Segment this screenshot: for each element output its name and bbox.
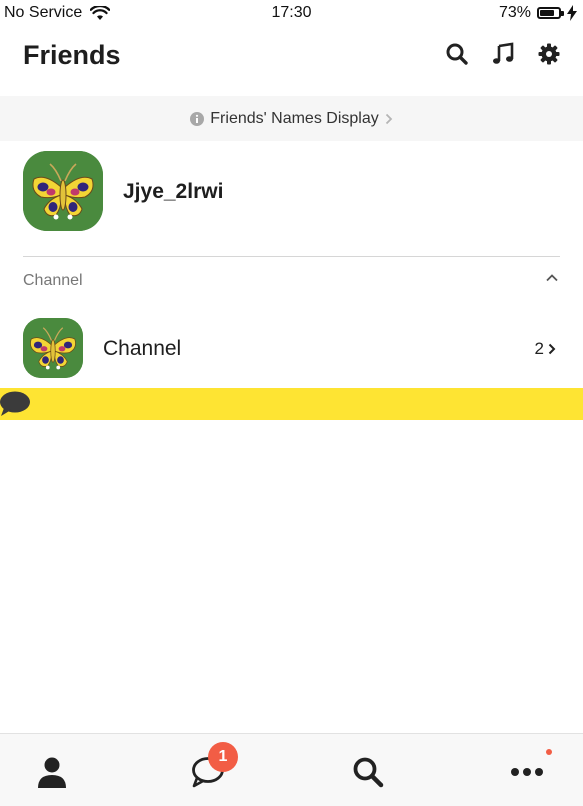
person-icon [38, 757, 66, 788]
tab-bar: 1 [0, 733, 583, 806]
chevron-right-icon [385, 113, 392, 124]
header: Friends [0, 28, 583, 96]
search-icon [353, 757, 384, 788]
my-profile-row[interactable]: Jjye_2lrwi [23, 151, 560, 231]
promo-banner[interactable] [0, 388, 583, 420]
butterfly-avatar [23, 318, 83, 378]
list-item[interactable]: Channel 2 [23, 318, 560, 378]
info-icon [190, 111, 205, 126]
avatar[interactable] [23, 151, 103, 231]
gear-icon[interactable] [537, 42, 561, 66]
butterfly-avatar [23, 151, 103, 231]
more-dots-icon [511, 768, 543, 776]
notification-dot [546, 749, 552, 755]
chevron-right-icon [548, 343, 556, 355]
tab-friends[interactable] [32, 752, 72, 792]
chat-bubble-icon [0, 391, 30, 416]
count-label: 2 [534, 339, 544, 358]
avatar [23, 318, 83, 378]
status-bar: No Service 17:30 73% [0, 0, 583, 28]
names-display-banner[interactable]: Friends' Names Display [0, 96, 583, 141]
tab-more[interactable] [507, 752, 547, 792]
charging-bolt-icon [567, 5, 577, 21]
channel-name: Channel [103, 337, 182, 360]
chevron-up-icon[interactable] [544, 270, 560, 286]
names-display-label: Friends' Names Display [210, 109, 379, 127]
page-title: Friends [23, 40, 121, 70]
channel-count: 2 [535, 339, 556, 359]
battery-percent: 73% [498, 4, 531, 21]
section-title: Channel [23, 272, 83, 289]
divider [23, 256, 560, 257]
clock: 17:30 [271, 4, 312, 21]
profile-name: Jjye_2lrwi [123, 180, 224, 203]
battery-icon [537, 7, 564, 19]
music-note-icon[interactable] [491, 42, 515, 66]
channel-section-header[interactable]: Channel [23, 270, 560, 292]
unread-badge: 1 [208, 742, 238, 772]
tab-search[interactable] [348, 752, 388, 792]
search-icon[interactable] [445, 42, 469, 66]
